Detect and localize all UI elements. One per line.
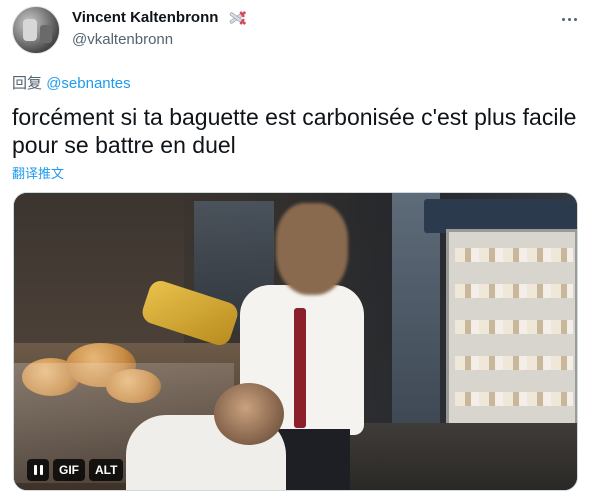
standing-man-tie	[294, 308, 306, 428]
pause-icon	[33, 465, 43, 475]
avatar-shape	[40, 25, 52, 43]
scene-sign	[424, 199, 576, 233]
dot-icon	[573, 17, 577, 21]
alt-text-button[interactable]: ALT	[89, 459, 124, 481]
avatar-shape	[23, 19, 37, 41]
shelf-row	[455, 356, 573, 370]
translate-link[interactable]: 翻译推文	[12, 163, 64, 182]
author-name[interactable]: Vincent Kaltenbronn	[72, 9, 218, 26]
standing-man-pants	[276, 429, 350, 490]
tweet-text: forcément si ta baguette est carbonisée …	[12, 104, 577, 158]
gif-media[interactable]: GIF ALT	[13, 192, 578, 491]
gif-controls: GIF ALT	[27, 459, 124, 481]
pause-button[interactable]	[27, 459, 49, 481]
shelf-row	[455, 284, 573, 298]
standing-man-head	[276, 203, 348, 295]
gif-badge: GIF	[53, 459, 85, 481]
shelf-row	[455, 248, 573, 262]
author-handle[interactable]: @vkaltenbronn	[72, 31, 173, 48]
mention-link[interactable]: @sebnantes	[46, 75, 130, 92]
more-options-button[interactable]	[556, 9, 582, 29]
bent-man-head	[214, 383, 284, 445]
dot-icon	[567, 17, 571, 21]
dot-icon	[561, 17, 565, 21]
reply-prefix: 回复	[12, 75, 43, 92]
author-avatar[interactable]	[12, 6, 60, 54]
shelf-row	[455, 320, 573, 334]
sword-emoji-icon	[229, 11, 246, 25]
reply-context: 回复 @sebnantes	[12, 72, 131, 93]
shelf-row	[455, 392, 573, 406]
bread-shelf	[446, 229, 577, 449]
